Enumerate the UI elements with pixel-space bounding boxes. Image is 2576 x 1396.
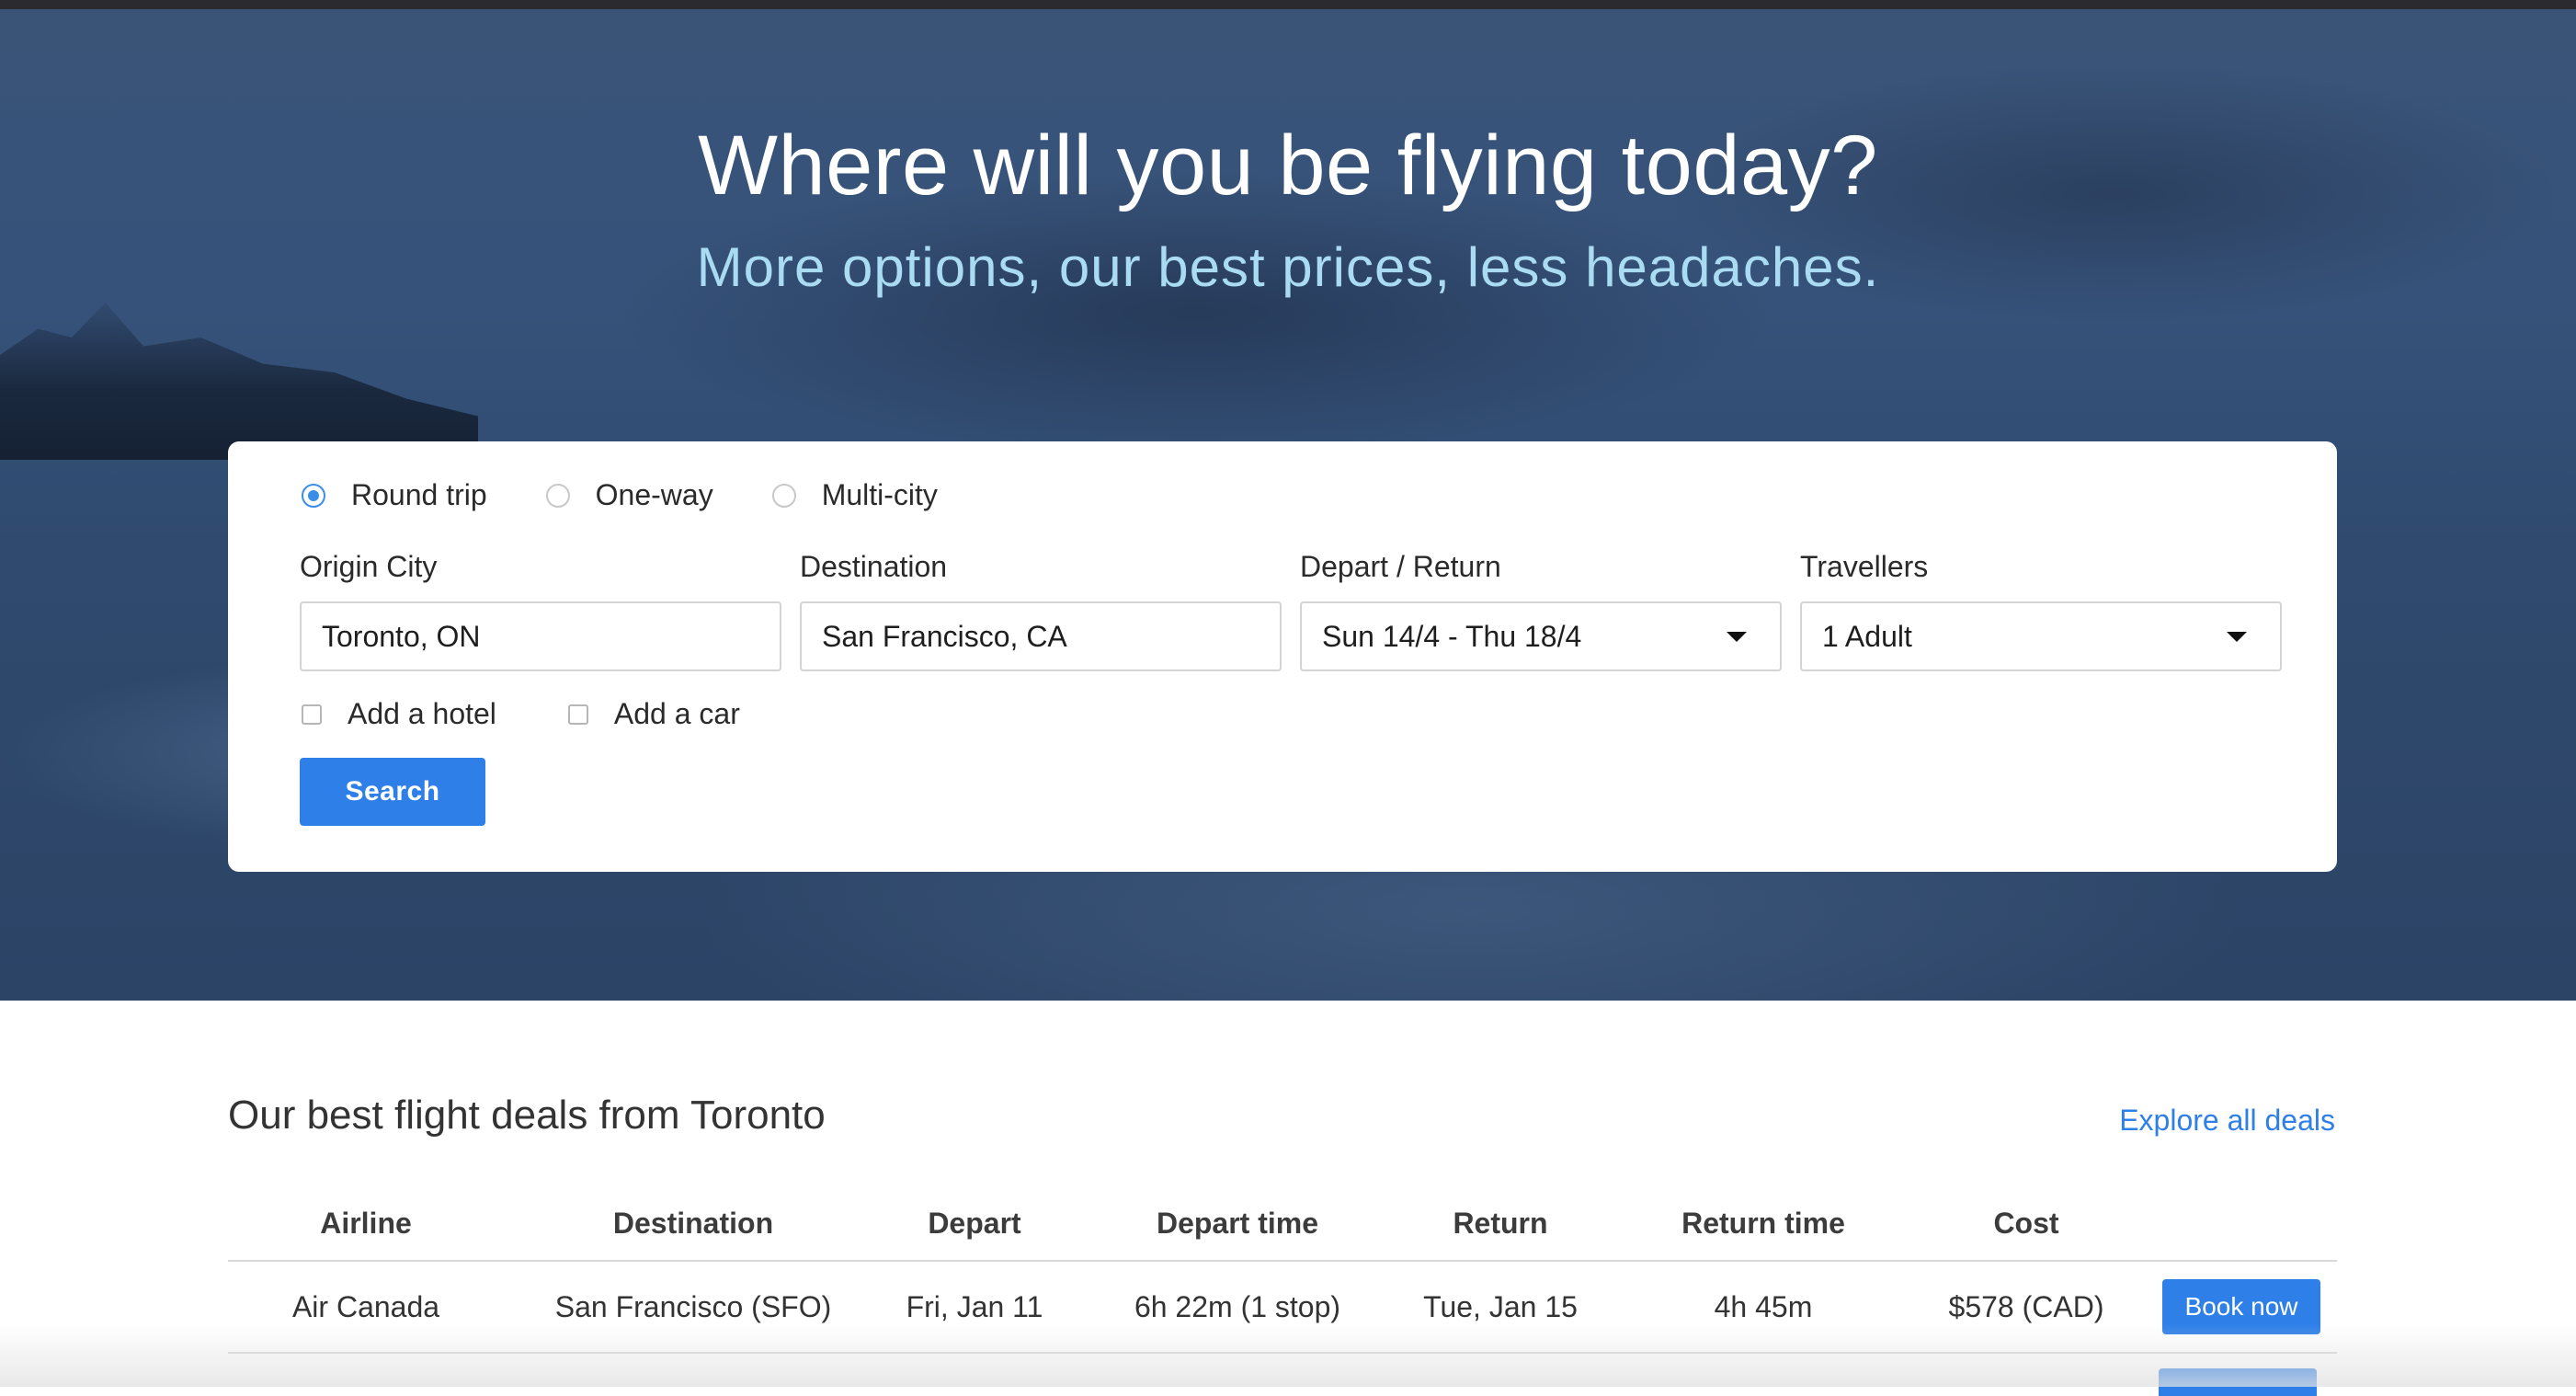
cell-depart-time: 6h 22m (1 stop): [1134, 1289, 1341, 1323]
table-header-row: Airline Destination Depart Depart time R…: [228, 1186, 2337, 1262]
dates-label: Depart / Return: [1300, 550, 1501, 583]
hero-banner: Where will you be flying today? More opt…: [0, 9, 2576, 1001]
radio-one-way[interactable]: [545, 483, 570, 508]
cell-return-time: 4h 45m: [1714, 1289, 1813, 1323]
trip-type-round-trip[interactable]: Round trip: [302, 478, 487, 512]
column-header-destination: Destination: [612, 1206, 774, 1240]
travellers-value: 1 Adult: [1822, 619, 1912, 653]
dates-select[interactable]: Sun 14/4 - Thu 18/4: [1300, 601, 1782, 671]
deals-heading: Our best flight deals from Toronto: [228, 1093, 826, 1138]
destination-input[interactable]: [822, 619, 1260, 654]
add-hotel-label: Add a hotel: [348, 697, 496, 730]
explore-all-deals-link[interactable]: Explore all deals: [2119, 1104, 2335, 1138]
trip-type-group: Round trip One-way Multi-city: [302, 478, 997, 512]
origin-label: Origin City: [300, 550, 438, 583]
origin-input[interactable]: [322, 619, 759, 654]
flight-search-card: Round trip One-way Multi-city Origin Cit…: [228, 441, 2337, 872]
destination-label: Destination: [800, 550, 948, 583]
travellers-select[interactable]: 1 Adult: [1800, 601, 2282, 671]
column-header-depart-time: Depart time: [1156, 1206, 1319, 1240]
add-hotel-checkbox[interactable]: [302, 704, 322, 725]
travellers-field: Travellers 1 Adult: [1800, 550, 2282, 671]
beach-silhouette-decoration: [0, 303, 478, 460]
column-header-airline: Airline: [320, 1206, 412, 1240]
table-row: Air Canada San Francisco (SFO) Fri, Jan …: [228, 1262, 2337, 1354]
trip-type-label: Round trip: [351, 478, 487, 511]
travellers-label: Travellers: [1800, 550, 1929, 583]
destination-box[interactable]: [800, 601, 1282, 671]
hero-subtitle: More options, our best prices, less head…: [696, 236, 1880, 298]
add-car-option[interactable]: Add a car: [567, 697, 740, 731]
radio-round-trip[interactable]: [302, 483, 325, 508]
trip-type-multi-city[interactable]: Multi-city: [771, 478, 938, 512]
book-now-button-partial[interactable]: [2159, 1368, 2317, 1396]
add-car-label: Add a car: [613, 697, 740, 730]
chevron-down-icon: [1727, 631, 1747, 642]
column-header-depart: Depart: [928, 1206, 1021, 1240]
extras-group: Add a hotel Add a car: [302, 697, 812, 731]
column-header-return: Return: [1453, 1206, 1548, 1240]
deals-table: Airline Destination Depart Depart time R…: [228, 1186, 2337, 1354]
dates-value: Sun 14/4 - Thu 18/4: [1322, 619, 1582, 653]
cell-cost: $578 (CAD): [1948, 1289, 2104, 1323]
chevron-down-icon: [2227, 631, 2247, 642]
trip-type-one-way[interactable]: One-way: [545, 478, 713, 512]
column-header-cost: Cost: [1993, 1206, 2059, 1240]
trip-type-label: Multi-city: [821, 478, 938, 511]
cell-action: Book now: [2118, 1279, 2337, 1334]
cell-destination: San Francisco (SFO): [554, 1289, 832, 1323]
hero-title: Where will you be flying today?: [698, 119, 1878, 212]
column-header-return-time: Return time: [1681, 1206, 1845, 1240]
origin-field: Origin City: [300, 550, 781, 671]
origin-box[interactable]: [300, 601, 781, 671]
top-bar: [0, 0, 2576, 9]
destination-field: Destination: [800, 550, 1282, 671]
add-car-checkbox[interactable]: [567, 704, 588, 725]
cell-depart: Fri, Jan 11: [906, 1289, 1043, 1323]
book-now-button[interactable]: Book now: [2162, 1279, 2320, 1334]
cell-return: Tue, Jan 15: [1423, 1289, 1578, 1323]
dates-field: Depart / Return Sun 14/4 - Thu 18/4: [1300, 550, 1782, 671]
search-button[interactable]: Search: [300, 758, 485, 826]
add-hotel-option[interactable]: Add a hotel: [302, 697, 496, 731]
trip-type-label: One-way: [595, 478, 713, 511]
cell-airline: Air Canada: [291, 1289, 440, 1323]
radio-multi-city[interactable]: [771, 483, 796, 508]
